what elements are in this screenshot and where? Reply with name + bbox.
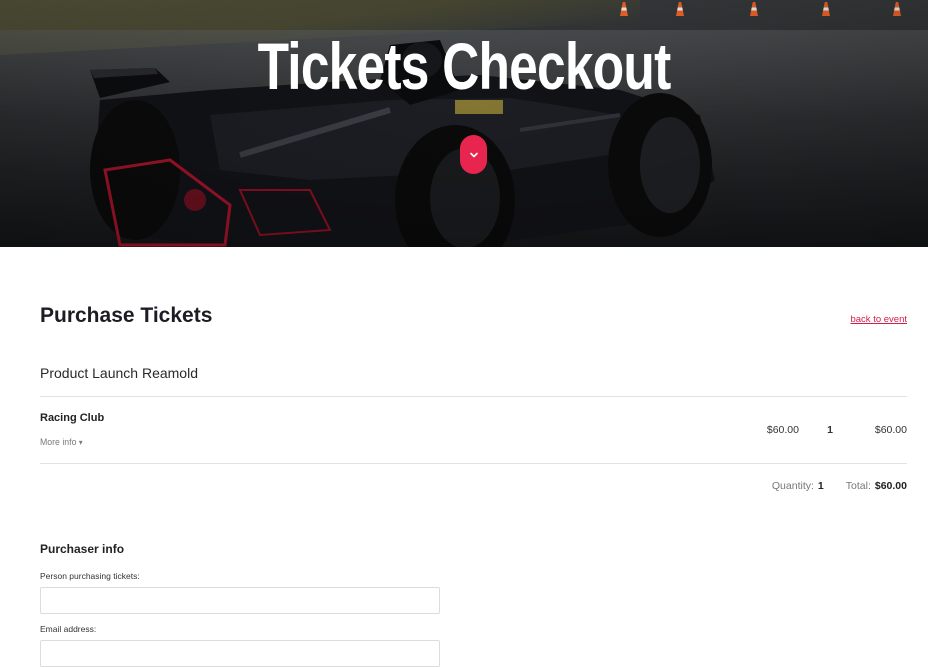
ticket-quantity: 1: [827, 424, 833, 436]
purchase-tickets-heading: Purchase Tickets: [40, 304, 213, 327]
email-input[interactable]: [40, 640, 440, 667]
ticket-row: Racing Club More info ▾ $60.00 1 $60.00: [40, 397, 907, 464]
email-label: Email address:: [40, 624, 97, 634]
person-input[interactable]: [40, 587, 440, 614]
caret-down-icon: ▾: [78, 438, 83, 447]
event-name: Product Launch Reamold: [40, 365, 198, 381]
scroll-down-button[interactable]: [460, 135, 487, 174]
back-to-event-link[interactable]: back to event: [850, 314, 907, 325]
person-label: Person purchasing tickets:: [40, 571, 140, 581]
more-info-toggle[interactable]: More info ▾: [40, 437, 83, 448]
ticket-price: $60.00: [766, 424, 799, 436]
purchaser-info-heading: Purchaser info: [40, 542, 125, 556]
order-summary: Quantity: 1 Total: $60.00: [772, 480, 907, 492]
page-title: Tickets Checkout: [257, 29, 672, 103]
ticket-name: Racing Club: [40, 412, 105, 424]
ticket-row-total: $60.00: [874, 424, 907, 436]
summary-quantity-value: 1: [817, 480, 824, 492]
summary-quantity-label: Quantity:: [771, 480, 814, 492]
hero-banner: Tickets Checkout: [0, 0, 928, 247]
chevron-down-icon: [469, 152, 478, 157]
more-info-label: More info: [40, 437, 77, 448]
summary-total-value: $60.00: [874, 480, 907, 492]
divider: [40, 463, 907, 464]
summary-total-label: Total:: [845, 480, 871, 492]
